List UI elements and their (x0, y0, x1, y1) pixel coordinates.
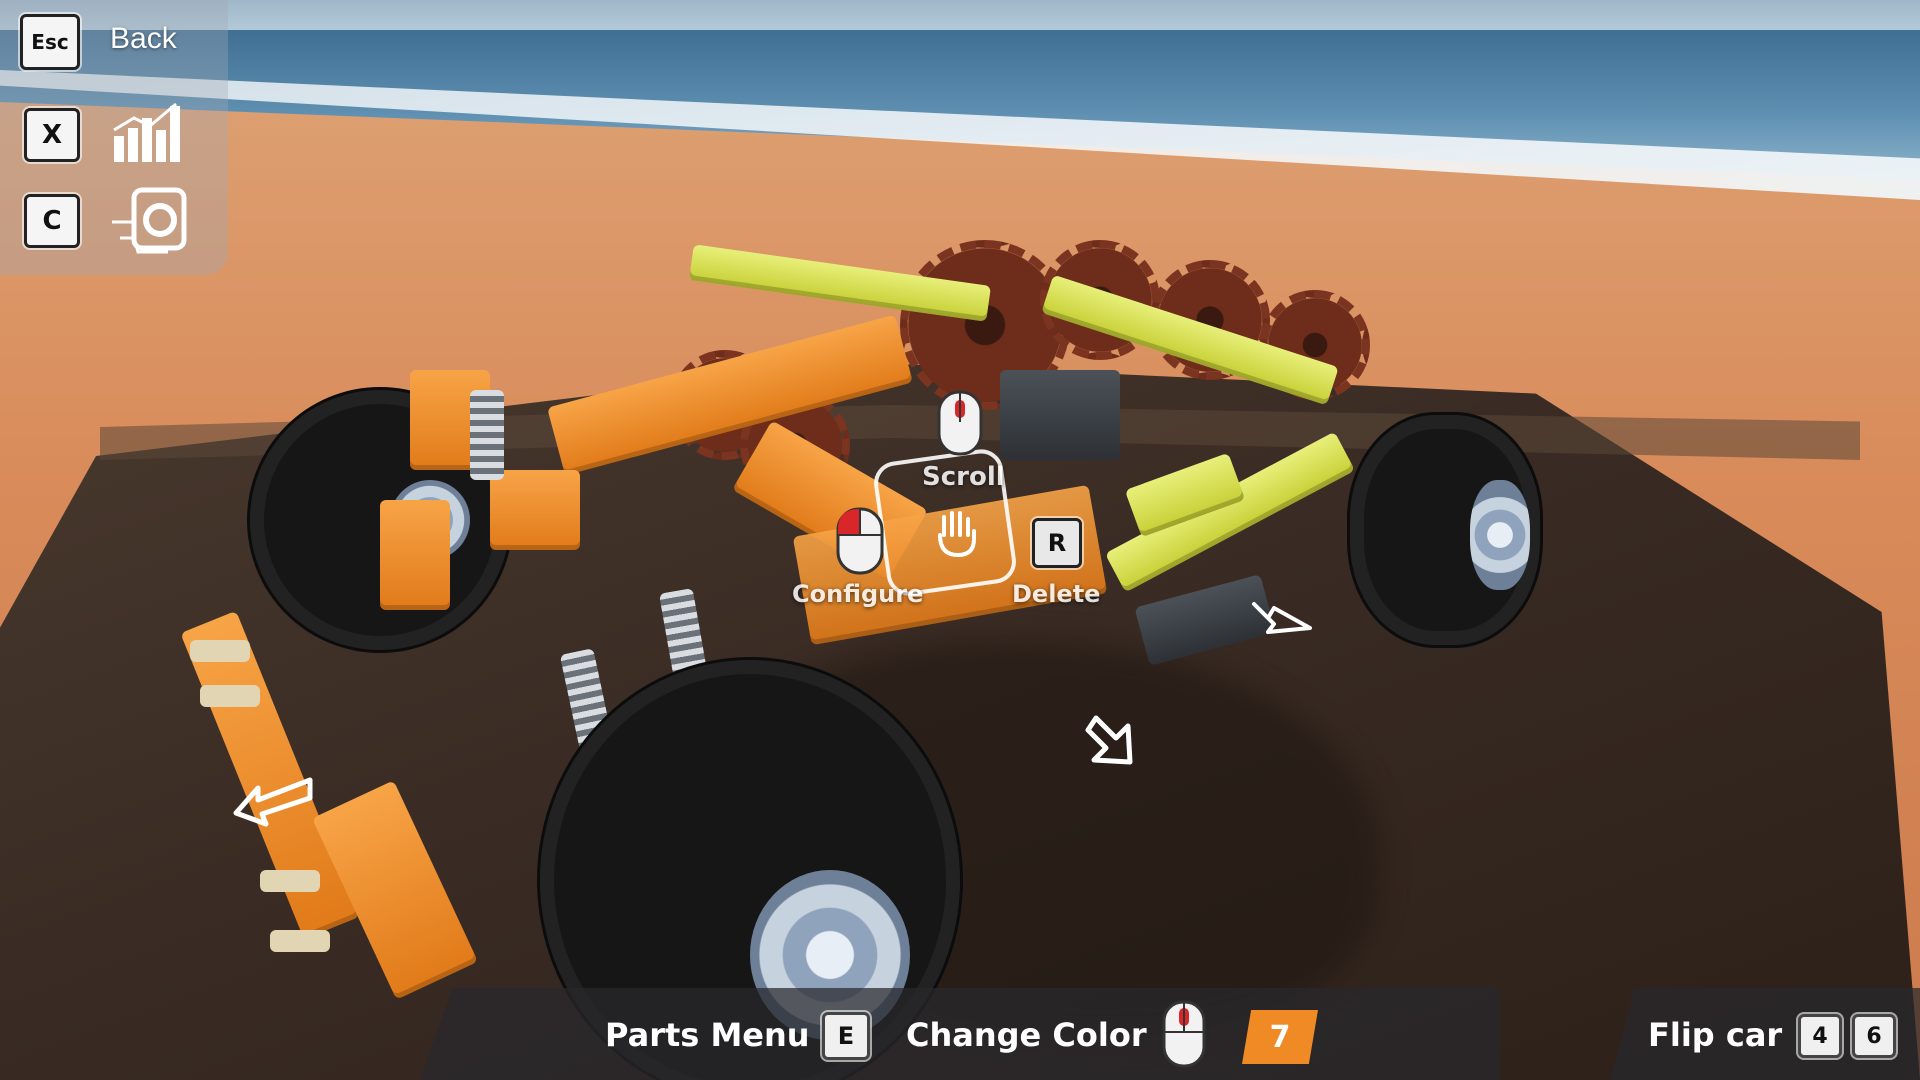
flip-key-right[interactable]: 6 (1852, 1014, 1896, 1058)
configure-label: Configure (792, 580, 924, 608)
orange-block-c (380, 500, 450, 610)
front-right-hub (1470, 480, 1530, 590)
delete-key[interactable]: R (1032, 518, 1082, 568)
top-left-hud: Esc Back X C (0, 0, 228, 275)
bumper-peg-1 (190, 640, 250, 662)
color-index-badge[interactable]: 7 (1242, 1010, 1318, 1064)
parts-menu-label[interactable]: Parts Menu (605, 1016, 810, 1054)
buggy-vehicle[interactable] (180, 210, 1540, 1080)
flip-car-label[interactable]: Flip car (1648, 1016, 1782, 1054)
delete-label: Delete (1012, 580, 1101, 608)
stats-key[interactable]: X (24, 108, 80, 162)
bar-chart-icon[interactable] (110, 100, 186, 166)
hand-grab-icon[interactable] (930, 505, 986, 561)
bumper-peg-2 (200, 685, 260, 707)
camera-key[interactable]: C (24, 194, 80, 248)
scroll-label: Scroll (922, 462, 1005, 492)
parts-menu-key[interactable]: E (822, 1012, 870, 1060)
rotate-arrow-down-icon[interactable] (1080, 712, 1160, 772)
engine-block (1000, 370, 1120, 460)
mouse-scroll-icon (937, 390, 983, 456)
flip-key-left[interactable]: 4 (1798, 1014, 1842, 1058)
rotate-arrow-right-icon[interactable] (1248, 598, 1318, 638)
bumper-peg-3 (260, 870, 320, 892)
orange-block-b (490, 470, 580, 550)
mouse-scroll-color-icon (1162, 1000, 1206, 1068)
back-key[interactable]: Esc (20, 14, 80, 70)
shock-spring-3 (470, 390, 504, 480)
bumper-peg-4 (270, 930, 330, 952)
back-label[interactable]: Back (110, 22, 177, 56)
change-color-label[interactable]: Change Color (906, 1016, 1147, 1054)
mouse-left-click-icon (836, 507, 884, 575)
camera-icon[interactable] (108, 182, 188, 258)
rotate-arrow-left-icon[interactable] (228, 768, 318, 828)
